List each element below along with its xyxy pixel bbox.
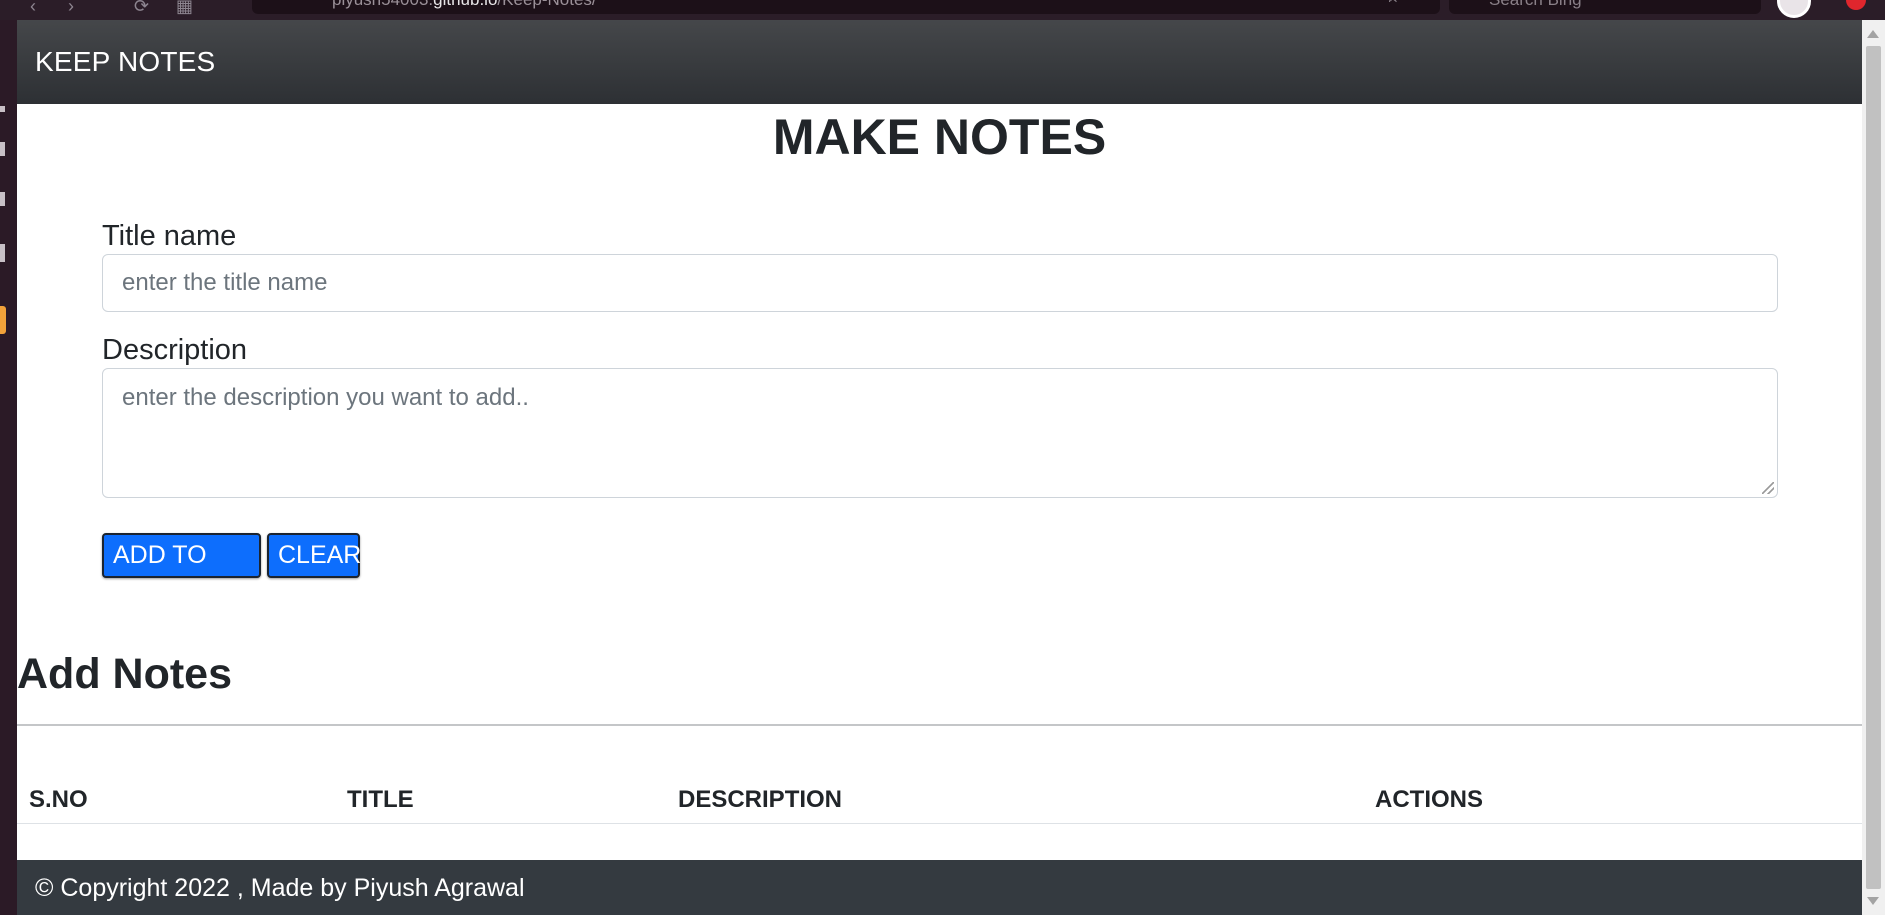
footer-copyright: © Copyright 2022 , Made by Piyush Agrawa… (35, 874, 525, 902)
resize-grip-icon[interactable] (1762, 482, 1774, 494)
sidebar-mark-icon (0, 106, 5, 112)
url-host: github.io (433, 0, 497, 9)
column-header-sno: S.NO (29, 786, 88, 813)
section-divider (17, 724, 1862, 726)
back-icon[interactable]: ‹ (30, 0, 36, 17)
bookmark-star-icon[interactable]: ☆ (1386, 0, 1400, 10)
browser-toolbar: ‹ › ⟳ ▦ piyush54003.github.io/Keep-Notes… (0, 0, 1885, 20)
table-header-divider (17, 823, 1862, 824)
profile-avatar-icon[interactable] (1777, 0, 1811, 18)
browser-search-placeholder: Search Bing (1489, 0, 1582, 9)
url-prefix: piyush54003. (332, 0, 433, 9)
column-header-title: TITLE (347, 786, 414, 813)
column-header-description: DESCRIPTION (678, 786, 843, 813)
description-textarea[interactable]: enter the description you want to add.. (102, 368, 1778, 498)
forward-icon[interactable]: › (68, 0, 74, 17)
address-bar[interactable]: piyush54003.github.io/Keep-Notes/ ☆ (252, 0, 1440, 14)
title-input[interactable]: enter the title name (102, 254, 1778, 312)
browser-search-input[interactable]: Search Bing (1449, 0, 1761, 14)
sidebar-mark-icon (0, 192, 5, 206)
url-path: /Keep-Notes/ (497, 0, 596, 9)
page-viewport: KEEP NOTES MAKE NOTES Title name enter t… (17, 20, 1862, 915)
title-label: Title name (102, 220, 237, 252)
page-scrollbar[interactable] (1862, 20, 1885, 915)
scroll-up-icon[interactable] (1867, 30, 1879, 38)
description-textarea-placeholder: enter the description you want to add.. (122, 384, 529, 411)
reload-icon[interactable]: ⟳ (134, 0, 149, 17)
column-header-actions: ACTIONS (1375, 786, 1483, 813)
notification-badge-icon[interactable] (1846, 0, 1866, 10)
navbar: KEEP NOTES (17, 20, 1862, 104)
add-to-list-button[interactable]: ADD TO LIST (102, 533, 261, 610)
notes-section-title: Add Notes (17, 650, 232, 698)
tab-grid-icon[interactable]: ▦ (176, 0, 193, 17)
page-title: MAKE NOTES (772, 109, 1107, 165)
footer: © Copyright 2022 , Made by Piyush Agrawa… (17, 860, 1862, 915)
sidebar-mark-icon (0, 142, 5, 156)
browser-sidebar (0, 20, 17, 915)
clear-button[interactable]: CLEAR (267, 533, 361, 578)
sidebar-mark-icon (0, 244, 5, 262)
scrollbar-thumb[interactable] (1866, 46, 1881, 889)
navbar-brand[interactable]: KEEP NOTES (35, 46, 215, 78)
sidebar-app-icon[interactable] (0, 306, 6, 334)
description-label: Description (102, 334, 248, 366)
title-input-placeholder: enter the title name (122, 269, 328, 296)
scroll-down-icon[interactable] (1867, 897, 1879, 905)
